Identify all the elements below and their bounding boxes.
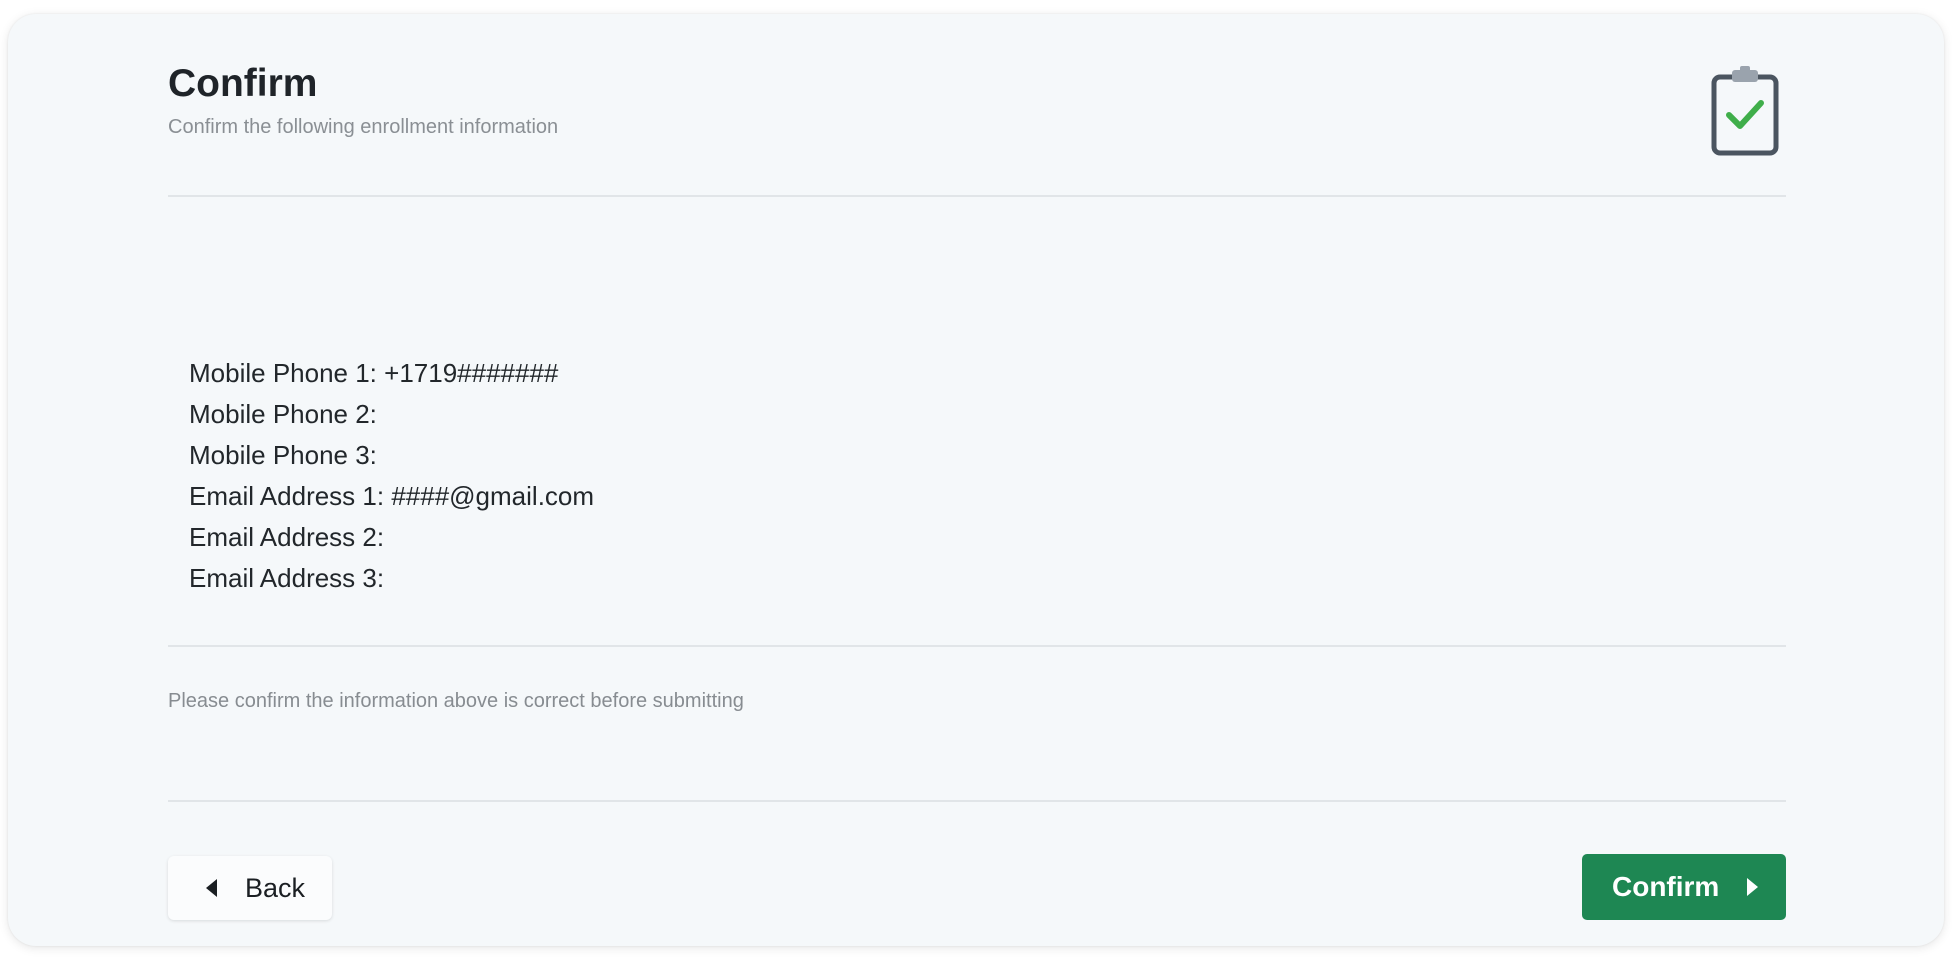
confirmation-note: Please confirm the information above is … — [168, 690, 744, 712]
caret-left-icon — [206, 879, 217, 897]
page-title: Confirm — [168, 62, 318, 105]
header-divider — [168, 195, 1786, 197]
info-row-mobile-phone-2: Mobile Phone 2: — [189, 394, 594, 435]
info-row-mobile-phone-3: Mobile Phone 3: — [189, 435, 594, 476]
caret-right-icon — [1747, 878, 1759, 896]
back-button-label: Back — [245, 872, 306, 903]
confirm-card: Confirm Confirm the following enrollment… — [8, 14, 1944, 946]
page-subtitle: Confirm the following enrollment informa… — [168, 116, 559, 138]
info-row-mobile-phone-1: Mobile Phone 1: +1719####### — [189, 353, 594, 394]
enrollment-info-list: Mobile Phone 1: +1719####### Mobile Phon… — [189, 353, 594, 599]
info-label: Email Address 1: — [189, 481, 385, 511]
info-label: Email Address 2: — [189, 522, 385, 552]
info-row-email-address-2: Email Address 2: — [189, 517, 594, 558]
info-label: Mobile Phone 3: — [189, 440, 377, 470]
info-divider — [168, 645, 1786, 647]
info-row-email-address-3: Email Address 3: — [189, 558, 594, 599]
confirm-button-label: Confirm — [1612, 871, 1720, 902]
confirm-button[interactable]: Confirm — [1582, 854, 1786, 920]
info-label: Email Address 3: — [189, 563, 385, 593]
footer-divider — [168, 800, 1786, 802]
back-button[interactable]: Back — [168, 856, 332, 920]
info-label: Mobile Phone 1: — [189, 358, 377, 388]
clipboard-check-icon — [1711, 66, 1779, 156]
info-row-email-address-1: Email Address 1: ####@gmail.com — [189, 476, 594, 517]
info-value: ####@gmail.com — [391, 481, 595, 511]
info-value: +1719####### — [384, 358, 559, 388]
info-label: Mobile Phone 2: — [189, 399, 377, 429]
